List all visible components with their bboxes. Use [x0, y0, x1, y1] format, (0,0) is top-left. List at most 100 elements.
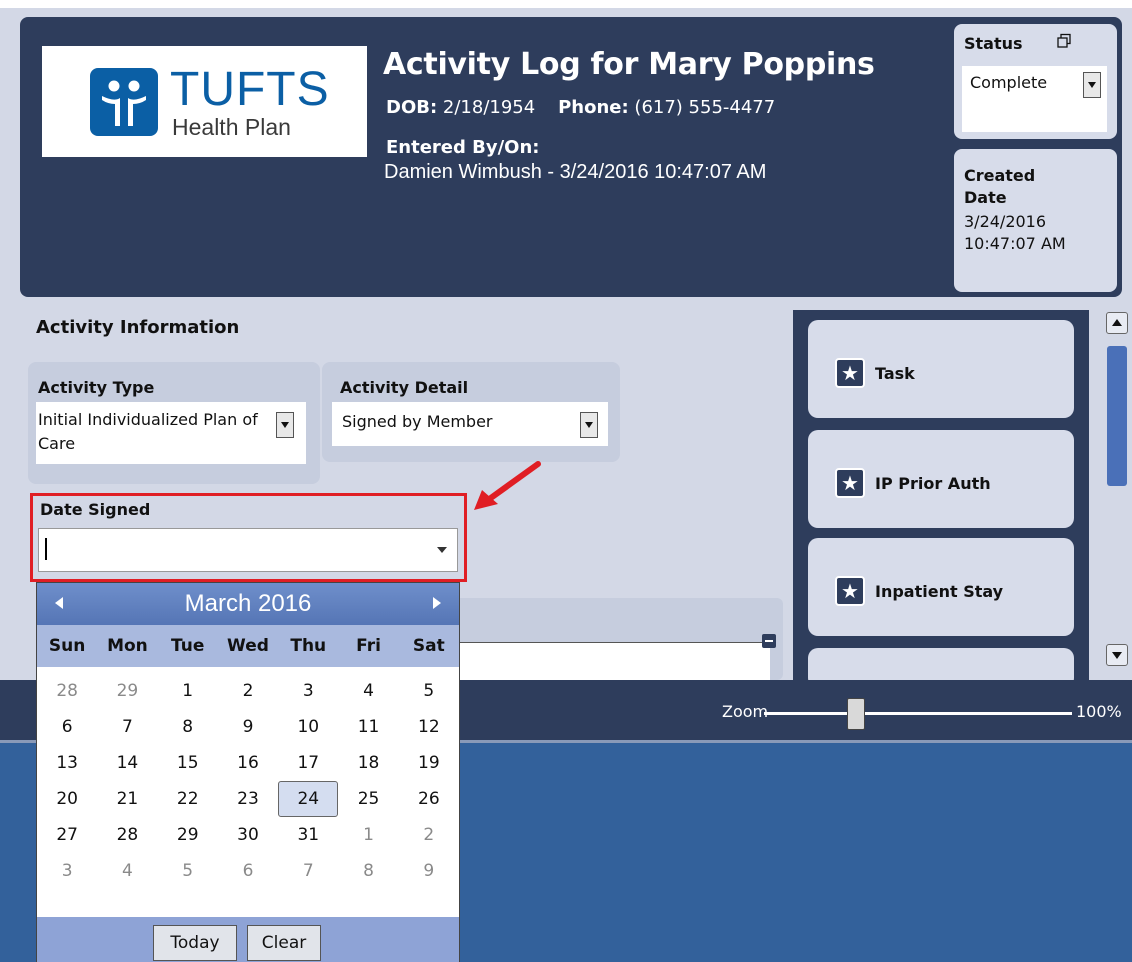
tile-task-label: Task — [875, 364, 915, 383]
calendar-day[interactable]: 27 — [37, 817, 97, 853]
calendar-day-other-month[interactable]: 28 — [37, 673, 97, 709]
calendar-day-grid: 28 29 1 2 3 4 5 6 7 8 9 10 11 12 13 14 15 16 17 18 19 20 21 22 2… — [37, 673, 459, 889]
tufts-logo: TUFTS Health Plan — [42, 46, 367, 157]
vertical-scrollbar[interactable] — [1102, 310, 1132, 680]
calendar-day[interactable]: 23 — [218, 781, 278, 817]
calendar-day[interactable]: 28 — [97, 817, 157, 853]
tile-inpatient-stay-label: Inpatient Stay — [875, 582, 1004, 601]
weekday-label: Wed — [227, 636, 269, 656]
created-date-panel: Created Date 3/24/2016 10:47:07 AM — [954, 149, 1117, 292]
dob-label: DOB: — [386, 97, 438, 118]
calendar-day-other-month[interactable]: 1 — [338, 817, 398, 853]
calendar-day[interactable]: 18 — [338, 745, 398, 781]
calendar-day-other-month[interactable]: 7 — [278, 853, 338, 889]
weekday-label: Sat — [412, 636, 445, 656]
calendar-header: March 2016 — [37, 583, 459, 625]
calendar-day[interactable]: 14 — [97, 745, 157, 781]
member-demographics: DOB: 2/18/1954 Phone: (617) 555-4477 — [386, 97, 775, 118]
weekday-label: Tue — [171, 636, 205, 656]
calendar-day[interactable]: 2 — [218, 673, 278, 709]
calendar-day[interactable]: 16 — [218, 745, 278, 781]
activity-detail-value: Signed by Member — [342, 412, 493, 431]
tile-ip-prior-auth[interactable]: ★ IP Prior Auth — [808, 430, 1074, 528]
activity-header: TUFTS Health Plan Activity Log for Mary … — [20, 17, 1122, 297]
calendar-day[interactable]: 11 — [338, 709, 398, 745]
tile-task[interactable]: ★ Task — [808, 320, 1074, 418]
today-button[interactable]: Today — [153, 925, 237, 961]
created-date-label: Created Date — [964, 166, 1036, 207]
calendar-day[interactable]: 31 — [278, 817, 338, 853]
weekday-label: Sun — [48, 636, 86, 656]
calendar-day[interactable]: 5 — [399, 673, 459, 709]
calendar-day[interactable]: 1 — [158, 673, 218, 709]
activity-information-heading: Activity Information — [36, 317, 240, 338]
calendar-day-other-month[interactable]: 8 — [338, 853, 398, 889]
calendar-day-other-month[interactable]: 9 — [399, 853, 459, 889]
calendar-day[interactable]: 24 — [278, 781, 339, 817]
chevron-down-icon[interactable] — [1083, 72, 1101, 98]
activity-detail-select[interactable]: Signed by Member — [332, 402, 608, 446]
calendar-day[interactable]: 15 — [158, 745, 218, 781]
phone-value: (617) 555-4477 — [634, 97, 776, 118]
tufts-logo-mark-icon — [90, 68, 158, 136]
calendar-day[interactable]: 29 — [158, 817, 218, 853]
chevron-down-icon[interactable] — [276, 412, 294, 438]
zoom-slider-thumb[interactable] — [847, 698, 866, 730]
calendar-day[interactable]: 10 — [278, 709, 338, 745]
scroll-up-icon[interactable] — [1106, 312, 1128, 334]
entered-by-value: Damien Wimbush - 3/24/2016 10:47:07 AM — [384, 161, 767, 183]
calendar-day[interactable]: 19 — [399, 745, 459, 781]
calendar-day[interactable]: 17 — [278, 745, 338, 781]
zoom-slider[interactable] — [764, 712, 1072, 715]
zoom-value: 100% — [1076, 702, 1122, 721]
calendar-day-other-month[interactable]: 6 — [218, 853, 278, 889]
calendar-day[interactable]: 8 — [158, 709, 218, 745]
calendar-day[interactable]: 22 — [158, 781, 218, 817]
calendar-day[interactable]: 9 — [218, 709, 278, 745]
date-signed-highlight — [30, 493, 467, 582]
scroll-down-icon[interactable] — [1106, 644, 1128, 666]
activity-type-select[interactable]: Initial Individualized Plan of Care — [36, 402, 306, 464]
chevron-down-icon[interactable] — [580, 412, 598, 438]
tile-ip-prior-auth-label: IP Prior Auth — [875, 474, 991, 493]
calendar-day[interactable]: 25 — [338, 781, 398, 817]
calendar-day-other-month[interactable]: 29 — [97, 673, 157, 709]
calendar-day[interactable]: 20 — [37, 781, 97, 817]
notes-field[interactable] — [458, 642, 770, 682]
calendar-day[interactable]: 6 — [37, 709, 97, 745]
zoom-label: Zoom — [722, 702, 769, 721]
calendar-week-row: 3456789 — [37, 853, 459, 889]
clear-button[interactable]: Clear — [247, 925, 321, 961]
calendar-day[interactable]: 21 — [97, 781, 157, 817]
status-select[interactable]: Complete — [962, 66, 1107, 132]
dob-value: 2/18/1954 — [442, 97, 536, 118]
calendar-day[interactable]: 12 — [399, 709, 459, 745]
calendar-weekday-header: Sun Mon Tue Wed Thu Fri Sat — [37, 625, 459, 667]
calendar-day[interactable]: 30 — [218, 817, 278, 853]
calendar-week-row: 20 21 22 23 24 25 26 — [37, 781, 459, 817]
calendar-day[interactable]: 26 — [399, 781, 459, 817]
calendar-day-other-month[interactable]: 5 — [158, 853, 218, 889]
top-edge — [0, 0, 1132, 8]
scroll-thumb[interactable] — [1107, 346, 1127, 486]
calendar-day[interactable]: 4 — [338, 673, 398, 709]
calendar-day[interactable]: 13 — [37, 745, 97, 781]
calendar-day[interactable]: 7 — [97, 709, 157, 745]
red-arrow-annotation — [474, 461, 541, 510]
calendar-day[interactable]: 3 — [278, 673, 338, 709]
next-month-icon[interactable] — [433, 597, 441, 609]
status-label: Status — [964, 34, 1023, 53]
activity-type-group: Activity Type Initial Individualized Pla… — [28, 362, 320, 484]
collapse-icon[interactable] — [762, 634, 776, 648]
calendar-day-other-month[interactable]: 2 — [399, 817, 459, 853]
calendar-footer: Today Clear — [37, 917, 459, 962]
calendar-day-other-month[interactable]: 4 — [97, 853, 157, 889]
weekday-label: Mon — [107, 636, 148, 656]
popout-icon[interactable] — [1056, 33, 1072, 49]
star-icon: ★ — [835, 358, 865, 388]
tile-inpatient-stay[interactable]: ★ Inpatient Stay — [808, 538, 1074, 636]
calendar-month-title[interactable]: March 2016 — [37, 590, 459, 618]
star-icon: ★ — [835, 468, 865, 498]
calendar-day-other-month[interactable]: 3 — [37, 853, 97, 889]
calendar-week-row: 27 28 29 30 31 1 2 — [37, 817, 459, 853]
